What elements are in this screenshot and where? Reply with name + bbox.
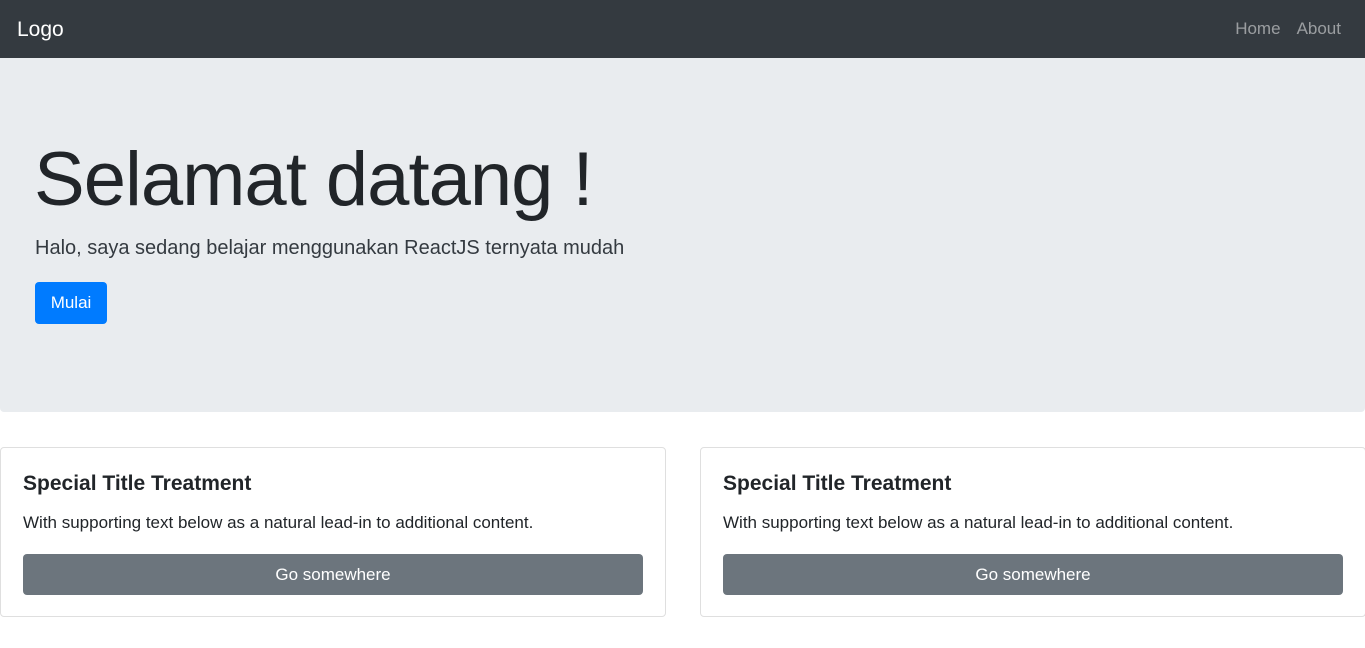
nav-link-about[interactable]: About bbox=[1289, 19, 1349, 39]
nav-link-home[interactable]: Home bbox=[1227, 19, 1288, 39]
go-somewhere-button[interactable]: Go somewhere bbox=[723, 554, 1343, 595]
card-text: With supporting text below as a natural … bbox=[23, 513, 534, 532]
hero-jumbotron: Selamat datang ! Halo, saya sedang belaj… bbox=[0, 58, 1365, 412]
top-navbar: Logo Home About bbox=[0, 0, 1365, 58]
nav-links: Home About bbox=[1227, 19, 1349, 39]
card-title: Special Title Treatment bbox=[23, 472, 252, 495]
hero-title: Selamat datang ! bbox=[34, 137, 594, 222]
card-left: Special Title Treatment With supporting … bbox=[0, 447, 666, 617]
brand-logo-link[interactable]: Logo bbox=[17, 19, 64, 40]
card-right: Special Title Treatment With supporting … bbox=[700, 447, 1365, 617]
start-button[interactable]: Mulai bbox=[35, 282, 107, 324]
card-title: Special Title Treatment bbox=[723, 472, 952, 495]
hero-lead-text: Halo, saya sedang belajar menggunakan Re… bbox=[35, 237, 625, 259]
card-text: With supporting text below as a natural … bbox=[723, 513, 1234, 532]
go-somewhere-button[interactable]: Go somewhere bbox=[23, 554, 643, 595]
